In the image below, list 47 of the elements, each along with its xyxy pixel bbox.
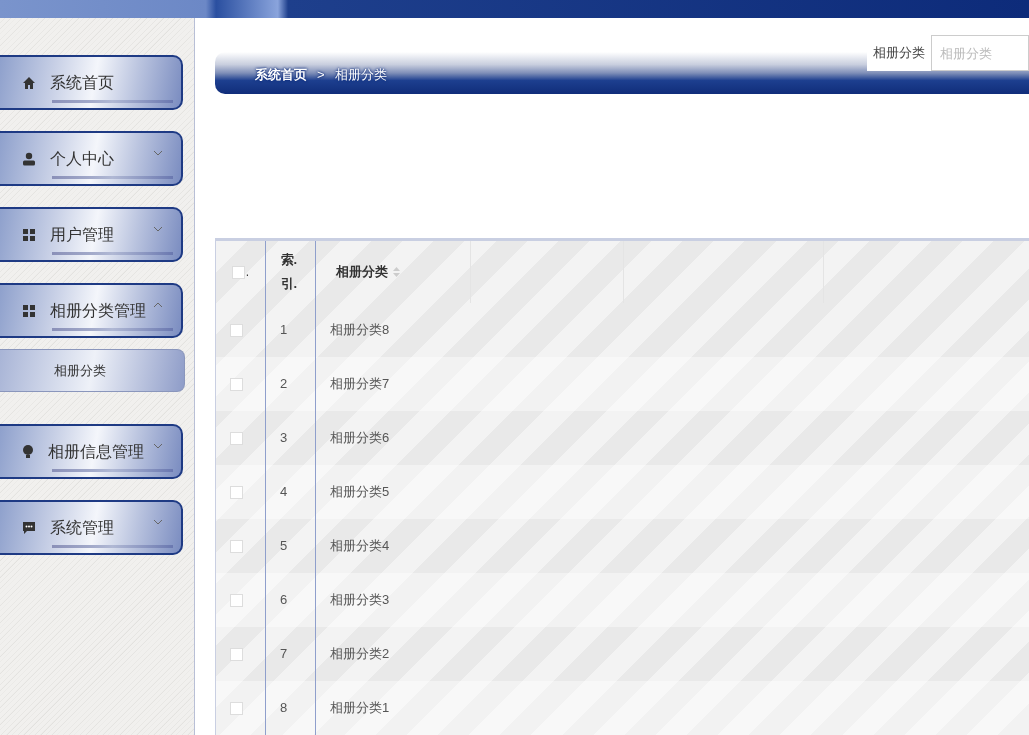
- submenu-item[interactable]: 相册分类: [0, 349, 185, 392]
- checkbox[interactable]: [230, 701, 243, 715]
- checkbox[interactable]: [230, 377, 243, 391]
- breadcrumb-link[interactable]: 系统首页: [255, 65, 307, 85]
- table-cell-text: 4: [280, 483, 288, 502]
- checkbox[interactable]: [230, 647, 243, 661]
- search-field[interactable]: 相册分类: [931, 35, 1029, 71]
- search-label: 相册分类: [873, 44, 925, 63]
- table-cell-text: 相册分类7: [330, 375, 390, 394]
- user-icon: [22, 151, 36, 166]
- table-cell-text: 8: [280, 699, 288, 718]
- table-cell-text: 5: [280, 537, 288, 556]
- table-cell-text: 3: [280, 429, 288, 448]
- chat-icon: [22, 520, 36, 535]
- table-cell-text: 相册分类8: [330, 321, 390, 340]
- bulb-icon: [22, 444, 34, 459]
- checkbox[interactable]: [230, 323, 243, 337]
- grid-icon: [22, 227, 36, 242]
- breadcrumb-separator: >: [317, 66, 325, 85]
- table-cell-text: 相册分类3: [330, 591, 390, 610]
- menu-item[interactable]: 用户管理: [0, 207, 183, 262]
- menu-item[interactable]: 相册信息管理: [0, 424, 183, 479]
- menu-item[interactable]: 个人中心: [0, 131, 183, 186]
- header-mark: .: [245, 264, 250, 281]
- menu-item[interactable]: 系统首页: [0, 55, 183, 110]
- breadcrumb-link[interactable]: 相册分类: [334, 65, 387, 85]
- column-header: 索.引.: [280, 251, 299, 293]
- table-cell-text: 2: [280, 375, 288, 394]
- home-icon: [22, 75, 36, 90]
- table-cell-text: 相册分类5: [330, 483, 390, 502]
- table-cell-text: 相册分类4: [330, 537, 390, 556]
- table-cell-text: 相册分类2: [330, 645, 390, 664]
- checkbox[interactable]: [230, 593, 243, 607]
- table-cell-text: 1: [280, 321, 288, 340]
- checkbox[interactable]: [230, 431, 243, 445]
- sort-icon[interactable]: [392, 266, 401, 278]
- table-cell-text: 相册分类6: [330, 429, 390, 448]
- menu-item[interactable]: 相册分类管理: [0, 283, 183, 338]
- table-cell-text: 6: [280, 591, 288, 610]
- table-cell-text: 相册分类1: [330, 699, 390, 718]
- grid-icon: [22, 303, 36, 318]
- checkbox[interactable]: [230, 485, 243, 499]
- checkbox[interactable]: [231, 265, 245, 279]
- column-header[interactable]: 相册分类: [336, 262, 388, 282]
- menu-item[interactable]: 系统管理: [0, 500, 183, 555]
- table-cell-text: 7: [280, 645, 288, 664]
- checkbox[interactable]: [230, 539, 243, 553]
